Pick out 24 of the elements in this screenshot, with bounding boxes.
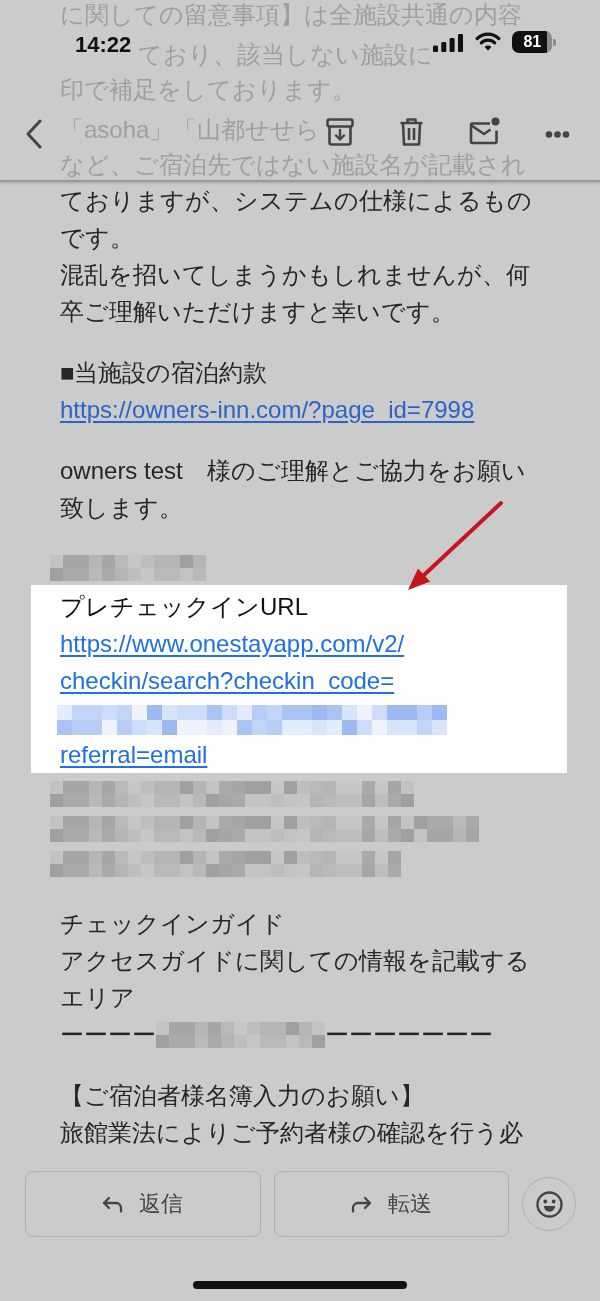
email-text: 【ご宿泊者様名簿入力のお願い】 旅館業法によりご予約者様の確認を行う必 (60, 1081, 523, 1148)
reply-arrow-icon (102, 1195, 124, 1213)
email-text: owners test 様のご理解とご協力をお願い 致します。 (60, 456, 526, 523)
url-link[interactable]: https://owners-inn.com/?page_id=7998 (60, 391, 475, 428)
envelope-icon[interactable] (469, 117, 500, 145)
dash-line: ーーーーーーー (325, 1020, 493, 1050)
dash-line: ーーーー (60, 1020, 156, 1050)
trash-icon[interactable] (399, 118, 424, 146)
forward-button[interactable]: 転送 (273, 1171, 510, 1237)
signal-icon (433, 34, 464, 52)
url-link[interactable]: https://www.onestayapp.com/v2/ checkin/search?checkin_code= referral=email (60, 625, 447, 773)
wifi-icon (475, 31, 502, 51)
archive-box-icon[interactable] (326, 118, 354, 146)
email-text: ておりますが、システムの仕様によるもの です。 混乱を招いてしまうかもしれませんが、何 卒ご理解いただけますと幸いです。 (60, 186, 532, 327)
more-icon[interactable] (545, 130, 570, 139)
forward-arrow-icon (350, 1195, 372, 1213)
battery-percent: 81 (523, 34, 542, 50)
reply-button[interactable]: 返信 (25, 1171, 261, 1237)
email-text: チェックインガイド アクセスガイドに関しての情報を記載する エリア (60, 909, 530, 1013)
status-time: 14:22 (75, 32, 132, 58)
email-text: プレチェックインURL (60, 592, 308, 622)
smiley-icon (535, 1190, 563, 1218)
email-text: ■当施設の宿泊約款 (60, 358, 268, 388)
back-icon[interactable] (25, 119, 43, 149)
